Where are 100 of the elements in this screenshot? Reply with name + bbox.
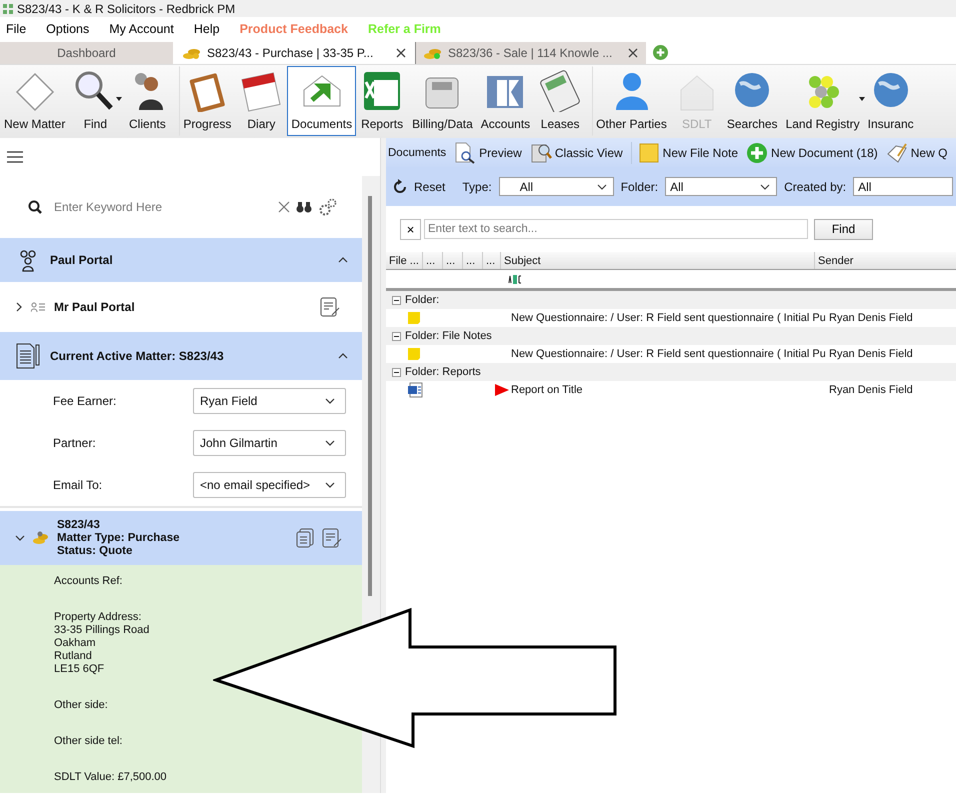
toolbar-button[interactable]: Find	[69, 66, 122, 136]
created-by-dropdown[interactable]: All	[853, 177, 954, 196]
search-icon	[28, 200, 42, 214]
toolbar-button[interactable]: Land Registry	[782, 66, 864, 136]
summary-line: Matter Type: Purchase	[57, 532, 180, 544]
close-icon[interactable]	[396, 48, 406, 58]
detail-label: Other side:	[54, 699, 109, 712]
chevron-icon	[760, 184, 770, 190]
toolbar-button[interactable]: New Document (18)	[746, 142, 878, 164]
chevron-icon	[325, 398, 335, 404]
caret-icon[interactable]	[858, 97, 865, 101]
column-header[interactable]: ...	[463, 252, 483, 269]
detail-line: Rutland	[54, 650, 93, 663]
toolbar-button[interactable]: Classic View	[530, 142, 623, 164]
collapse-icon[interactable]	[392, 368, 401, 376]
caret-icon[interactable]	[116, 97, 122, 101]
add-tab-icon[interactable]	[653, 45, 668, 60]
collapse-icon[interactable]	[392, 296, 401, 304]
copy-icon[interactable]	[296, 528, 314, 548]
toolbar-button[interactable]: Insuranc	[864, 66, 918, 136]
contact-name[interactable]: Mr Paul Portal	[54, 300, 135, 314]
chevron-icon	[325, 440, 335, 446]
settings-icon[interactable]	[318, 197, 338, 217]
field-label: Partner:	[53, 436, 97, 450]
chevron-icon[interactable]	[338, 257, 348, 263]
toolbar-button[interactable]: Other Parties	[592, 66, 671, 136]
clear-icon[interactable]	[278, 201, 290, 213]
group-title: Folder: Reports	[405, 366, 481, 378]
reset-button[interactable]: Reset	[392, 178, 446, 194]
toolbar-button[interactable]: Reports	[356, 66, 408, 136]
section-title: Paul Portal	[50, 253, 113, 267]
tab[interactable]: Dashboard	[0, 42, 175, 64]
column-header[interactable]: ...	[483, 252, 501, 269]
dropdown-field[interactable]: Ryan Field	[193, 388, 346, 414]
menu-item[interactable]: Options	[46, 22, 90, 36]
group-title: Folder:	[405, 294, 440, 306]
clear-button[interactable]: ×	[400, 218, 421, 240]
collapse-icon[interactable]	[392, 332, 401, 340]
app-icon	[3, 4, 13, 14]
table-cell: New Questionnaire: / User: R Field sent questionnaire ( Initial Pu	[511, 348, 825, 360]
toolbar-button[interactable]: Diary	[235, 66, 288, 136]
filter-label: Type:	[462, 180, 492, 194]
toolbar-button[interactable]: Leases	[534, 66, 586, 136]
edit-note-icon[interactable]	[322, 528, 342, 548]
column-header[interactable]: ...	[423, 252, 443, 269]
detail-label: Property Address:	[54, 611, 142, 624]
coins-icon	[183, 46, 201, 60]
toolbar-button[interactable]: Clients	[121, 66, 174, 136]
dropdown-field[interactable]: <no email specified>	[193, 472, 346, 498]
folder-dropdown[interactable]: All	[665, 177, 778, 196]
menu-item[interactable]: File	[6, 22, 26, 36]
toolbar-button[interactable]: Billing/Data	[408, 66, 477, 136]
keyword-search-field[interactable]: Enter Keyword Here	[48, 200, 272, 214]
toolbar-button[interactable]: Preview	[454, 142, 522, 164]
field-label: Email To:	[53, 478, 104, 492]
section-header[interactable]: Paul Portal	[0, 238, 362, 282]
chevron-icon	[325, 482, 335, 488]
chevron-icon[interactable]	[15, 535, 25, 541]
edit-note-icon[interactable]	[320, 297, 340, 317]
tab[interactable]: S823/36 - Sale | 114 Knowle ...	[415, 42, 647, 64]
find-button[interactable]: Find	[814, 218, 873, 240]
menu-item[interactable]: Help	[194, 22, 220, 36]
toolbar-button[interactable]: Accounts	[476, 66, 534, 136]
menu-icon[interactable]	[7, 151, 23, 163]
table-cell-text: Ryan Denis Field	[828, 348, 913, 360]
toolbar-button[interactable]: New File Note	[630, 142, 738, 164]
column-header[interactable]: File ...	[386, 252, 423, 269]
column-header[interactable]: ...	[443, 252, 463, 269]
word-document-icon	[407, 382, 423, 398]
binoculars-icon[interactable]	[296, 201, 312, 213]
text-filter-icon[interactable]	[508, 274, 522, 284]
table-cell: New Questionnaire: / User: R Field sent questionnaire ( Initial Pu	[511, 312, 825, 324]
scrollbar-thumb[interactable]	[368, 196, 372, 596]
detail-label: Other side tel:	[54, 735, 124, 748]
dropdown-field[interactable]: John Gilmartin	[193, 430, 346, 456]
close-icon[interactable]	[628, 48, 638, 58]
toolbar-button[interactable]: Documents	[287, 66, 356, 136]
type-dropdown[interactable]: All	[498, 177, 614, 196]
summary-line: S823/43	[57, 518, 101, 532]
search-field[interactable]: Enter text to search...	[424, 219, 808, 239]
toolbar-button[interactable]: New Matter	[0, 66, 70, 136]
chevron-icon[interactable]	[338, 353, 348, 359]
column-header[interactable]: Sender	[815, 252, 956, 269]
detail-line: 33-35 Pillings Road	[54, 624, 150, 637]
matter-summary-header[interactable]: S823/43 Matter Type: Purchase Status: Quote	[0, 511, 362, 565]
preview-icon	[454, 142, 476, 164]
toolbar-button[interactable]: Progress	[179, 66, 236, 136]
document-pen-icon	[16, 343, 40, 369]
toolbar-button[interactable]: New Q	[886, 142, 948, 164]
column-header[interactable]: Subject	[501, 252, 815, 269]
reset-icon	[392, 178, 408, 194]
window-title: S823/43 - K & R Solicitors - Redbrick PM	[17, 2, 236, 16]
menu-item[interactable]: My Account	[109, 22, 174, 36]
section-header[interactable]: Current Active Matter: S823/43	[0, 332, 362, 380]
contact-card-icon	[31, 302, 45, 312]
toolbar-button[interactable]: Searches	[722, 66, 782, 136]
field-label: Fee Earner:	[53, 394, 118, 408]
group-title: Folder: File Notes	[405, 330, 492, 342]
chevron-icon[interactable]	[16, 302, 22, 312]
table-cell-text: Ryan Denis Field	[828, 312, 913, 324]
